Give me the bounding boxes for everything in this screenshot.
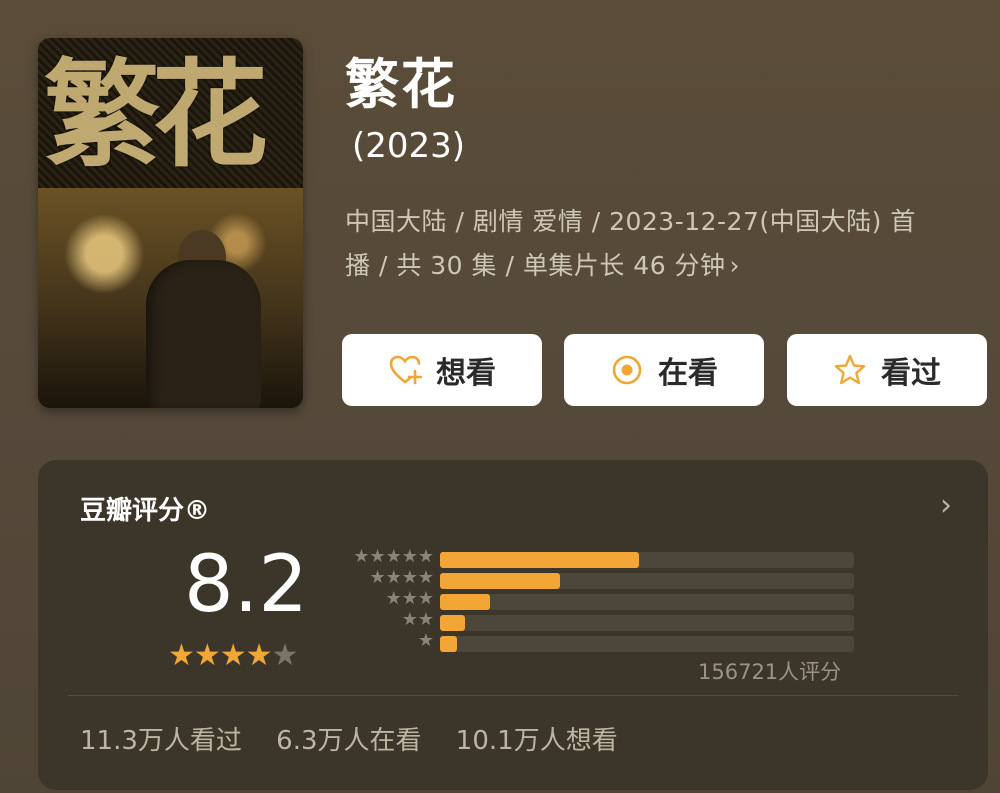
want-to-watch-button[interactable]: 想看 [342,334,542,406]
want-to-watch-label: 想看 [436,356,496,391]
rating-stars: ★★★★★ [168,638,299,673]
distribution-bar [440,573,561,589]
distribution-row: ★ [336,630,856,654]
rating-count: 156721人评分 [698,660,842,684]
distribution-track [440,615,854,631]
distribution-bar [440,552,639,568]
distribution-track [440,594,854,610]
meta-line-2: 播 / 共 30 集 / 单集片长 46 分钟 › [345,244,985,288]
chevron-right-icon: › [729,251,741,280]
distribution-bar [440,615,465,631]
empty-star-icon: ★ [271,638,299,673]
distribution-row: ★★ [336,609,856,633]
poster-title-art: 繁花 [44,47,268,183]
show-meta[interactable]: 中国大陆 / 剧情 爱情 / 2023-12-27(中国大陆) 首 播 / 共 … [345,200,985,288]
meta-line-2-text: 播 / 共 30 集 / 单集片长 46 分钟 [345,251,726,280]
divider [68,695,958,696]
watching-button[interactable]: 在看 [564,334,764,406]
distribution-stars-icon: ★★★★ [369,567,434,588]
poster-figure [146,260,261,408]
distribution-stars-icon: ★★ [401,609,434,630]
page-title: 繁花 [345,53,457,116]
distribution-track [440,636,854,652]
heart-plus-icon [389,355,422,385]
release-year: (2023) [352,126,466,166]
distribution-stars-icon: ★★★ [385,588,434,609]
distribution-bar [440,594,490,610]
meta-line-1: 中国大陆 / 剧情 爱情 / 2023-12-27(中国大陆) 首 [345,207,916,236]
watch-stats: 11.3万人看过 6.3万人在看 10.1万人想看 [80,720,644,757]
rating-card[interactable]: 豆瓣评分® › 8.2 ★★★★★ ★★★★★ ★★★★ ★★★ ★★ ★ 156721… [38,460,988,790]
want-count: 10.1万人想看 [455,726,618,756]
chevron-right-icon[interactable]: › [940,488,952,523]
watched-label: 看过 [881,356,941,391]
distribution-track [440,573,854,589]
distribution-stars-icon: ★ [417,630,434,651]
distribution-stars-icon: ★★★★★ [353,546,434,567]
watching-label: 在看 [658,356,718,391]
star-outline-icon [834,354,866,385]
watched-button[interactable]: 看过 [787,334,987,406]
poster-image[interactable]: 繁花 [38,38,303,408]
rating-header: 豆瓣评分® [80,496,211,526]
target-icon [612,355,642,385]
distribution-bar [440,636,457,652]
rating-score: 8.2 [184,540,309,630]
distribution-track [440,552,854,568]
watching-count: 6.3万人在看 [276,726,422,756]
watched-count: 11.3万人看过 [80,726,242,756]
filled-stars-icon: ★★★★ [168,638,273,673]
